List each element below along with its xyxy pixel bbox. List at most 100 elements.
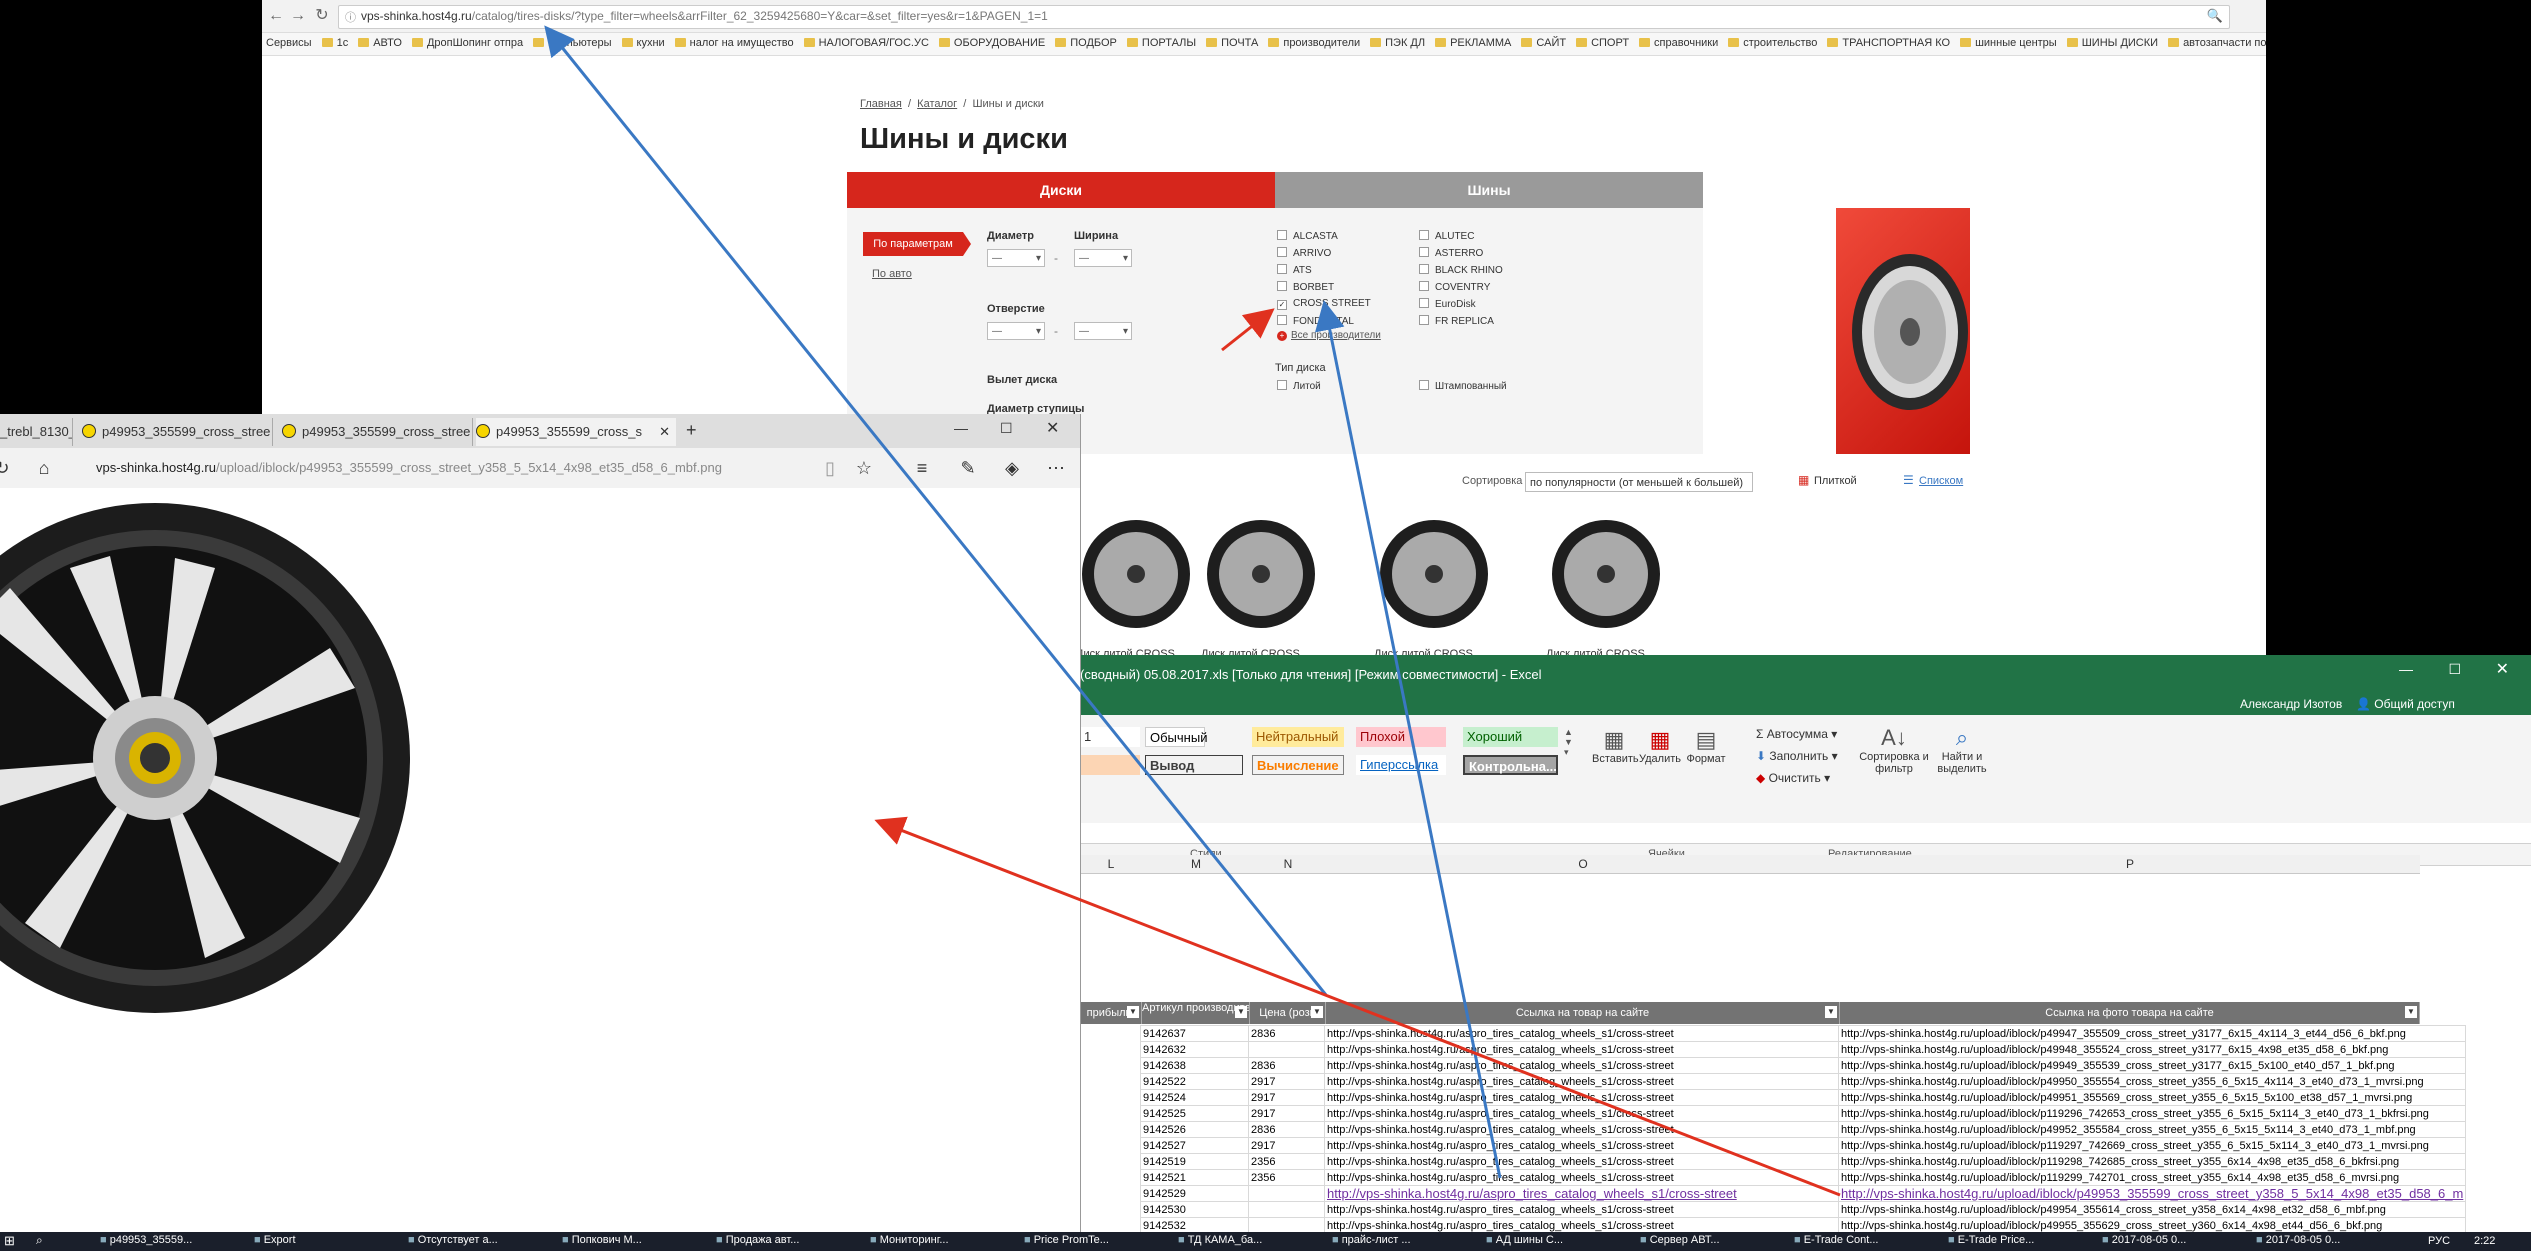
checkbox-icon[interactable] [1419, 281, 1429, 291]
filter-dropdown-icon[interactable]: ▼ [1127, 1006, 1139, 1018]
bookmark-item[interactable]: производители [1268, 37, 1360, 49]
cell-link[interactable]: http://vps-shinka.host4g.ru/aspro_tires_… [1324, 1121, 1839, 1138]
checkbox-icon[interactable] [1277, 315, 1287, 325]
cell-photo[interactable]: http://vps-shinka.host4g.ru/upload/ibloc… [1837, 1057, 2467, 1074]
bookmark-item[interactable]: ОБОРУДОВАНИЕ [938, 37, 1045, 49]
minimize-icon[interactable]: — [954, 420, 968, 436]
insert-button[interactable]: ▦ Вставить [1592, 727, 1639, 765]
cell-article[interactable]: 9142529 [1140, 1185, 1249, 1202]
cell-photo[interactable]: http://vps-shinka.host4g.ru/upload/ibloc… [1837, 1105, 2467, 1122]
style-hyperlink[interactable]: Гиперссылка [1356, 755, 1446, 775]
style-fragment[interactable]: 1 [1080, 727, 1140, 747]
brand-checkbox[interactable]: EuroDisk [1419, 298, 1503, 315]
taskbar-item[interactable]: ■ 2017-08-05 0... [2102, 1234, 2248, 1249]
bookmark-item[interactable]: 1с [321, 37, 348, 49]
more-icon[interactable]: ⋯ [1044, 458, 1068, 479]
by-car-link[interactable]: По авто [872, 268, 912, 280]
edge-tab-2[interactable]: p49953_355599_cross_stree [82, 418, 273, 446]
brand-checkbox[interactable]: COVENTRY [1419, 281, 1503, 298]
bookmark-item[interactable]: справочники [1639, 37, 1718, 49]
cell-article[interactable]: 9142519 [1140, 1153, 1249, 1170]
cell-photo[interactable]: http://vps-shinka.host4g.ru/upload/ibloc… [1837, 1201, 2467, 1218]
brand-checkbox[interactable]: ALUTEC [1419, 230, 1503, 247]
edge-tab-3[interactable]: p49953_355599_cross_stree [282, 418, 473, 446]
bookmark-item[interactable]: ДропШопинг отпра [411, 37, 523, 49]
th-profit[interactable]: прибыль, ▼ [1080, 1002, 1142, 1024]
checkbox-icon[interactable] [1277, 230, 1287, 240]
crumb-catalog[interactable]: Каталог [917, 98, 957, 110]
cell-photo[interactable]: http://vps-shinka.host4g.ru/upload/ibloc… [1837, 1089, 2467, 1106]
maximize-icon[interactable]: ☐ [2448, 661, 2461, 678]
th-link[interactable]: Ссылка на товар на сайте ▼ [1326, 1002, 1840, 1024]
sort-filter-button[interactable]: A↓ Сортировка и фильтр [1858, 725, 1930, 775]
edge-tab-active[interactable]: p49953_355599_cross_s ✕ [476, 418, 676, 446]
start-icon[interactable]: ⊞ [4, 1233, 15, 1249]
clock[interactable]: 2:22 [2474, 1235, 2495, 1247]
brand-checkbox[interactable]: BLACK RHINO [1419, 264, 1503, 281]
bookmark-item[interactable]: РЕКЛАММА [1435, 37, 1511, 49]
cell-price[interactable]: 2917 [1248, 1089, 1325, 1106]
width-select[interactable]: — [1074, 249, 1132, 268]
all-makers-link[interactable]: + Все производители [1277, 330, 1381, 341]
style-good[interactable]: Хороший [1463, 727, 1558, 747]
style-control[interactable]: Контрольна... [1463, 755, 1558, 775]
delete-button[interactable]: ▦ Удалить [1638, 727, 1682, 765]
hub-icon[interactable]: ≡ [910, 458, 934, 479]
table-row[interactable]: 9142526 2836 http://vps-shinka.host4g.ru/a… [1140, 1121, 2467, 1138]
brand-checkbox[interactable]: FR REPLICA [1419, 315, 1503, 332]
table-row[interactable]: 9142529 http://vps-shinka.host4g.ru/aspro… [1140, 1185, 2467, 1202]
close-icon[interactable]: ✕ [2496, 659, 2509, 679]
bookmark-item[interactable]: ТРАНСПОРТНАЯ КО [1827, 37, 1950, 49]
bookmark-item[interactable]: ШИНЫ ДИСКИ [2066, 37, 2158, 49]
col-header-l[interactable]: L [1080, 855, 1142, 874]
bookmark-item[interactable]: АВТО [358, 37, 402, 49]
sort-select[interactable]: по популярности (от меньшей к большей) [1525, 472, 1753, 492]
cell-article[interactable]: 9142530 [1140, 1201, 1249, 1218]
checkbox-icon[interactable] [1277, 264, 1287, 274]
hole-select-2[interactable]: — [1074, 322, 1132, 341]
edge-address-bar[interactable]: ↻ ⌂ vps-shinka.host4g.ru/upload/iblock/p… [0, 448, 1080, 489]
brand-checkbox[interactable]: BORBET [1277, 281, 1371, 298]
new-tab-icon[interactable]: + [686, 420, 697, 441]
taskbar-item[interactable]: ■ Продажа авт... [716, 1234, 862, 1249]
list-icon[interactable]: ☰ [1903, 473, 1914, 487]
bookmark-item[interactable]: САЙТ [1521, 37, 1566, 49]
by-params-button[interactable]: По параметрам [863, 232, 971, 256]
autosum-button[interactable]: Σ Автосумма ▾ [1756, 727, 1837, 741]
table-row[interactable]: 9142522 2917 http://vps-shinka.host4g.ru/a… [1140, 1073, 2467, 1090]
cell-photo[interactable]: http://vps-shinka.host4g.ru/upload/ibloc… [1837, 1121, 2467, 1138]
stamped-checkbox[interactable]: Штампованный [1419, 380, 1507, 392]
edge-url[interactable]: vps-shinka.host4g.ru/upload/iblock/p4995… [96, 460, 722, 475]
language-indicator[interactable]: РУС [2428, 1235, 2450, 1247]
table-row[interactable]: 9142521 2356 http://vps-shinka.host4g.ru/a… [1140, 1169, 2467, 1186]
cell-photo[interactable]: http://vps-shinka.host4g.ru/upload/ibloc… [1837, 1041, 2467, 1058]
checkbox-icon[interactable] [1419, 230, 1429, 240]
table-row[interactable]: 9142527 2917 http://vps-shinka.host4g.ru/a… [1140, 1137, 2467, 1154]
brand-checkbox[interactable]: ALCASTA [1277, 230, 1371, 247]
filter-dropdown-icon[interactable]: ▼ [1825, 1006, 1837, 1018]
extension-icon[interactable]: ◈ [1000, 458, 1024, 479]
hole-select-1[interactable]: — [987, 322, 1045, 341]
table-row[interactable]: 9142632 http://vps-shinka.host4g.ru/aspro… [1140, 1041, 2467, 1058]
cell-link[interactable]: http://vps-shinka.host4g.ru/aspro_tires_… [1324, 1073, 1839, 1090]
share-button[interactable]: 👤 Общий доступ [2356, 697, 2455, 711]
bookmark-item[interactable]: налог на имущество [674, 37, 794, 49]
bookmark-item[interactable]: ПОДБОР [1055, 37, 1117, 49]
style-normal[interactable]: Обычный [1145, 727, 1207, 747]
cell-article[interactable]: 9142524 [1140, 1089, 1249, 1106]
taskbar-item[interactable]: ■ 2017-08-05 0... [2256, 1234, 2402, 1249]
cell-article[interactable]: 9142637 [1140, 1025, 1249, 1042]
tab-disks[interactable]: Диски [847, 172, 1275, 208]
cell-photo[interactable]: http://vps-shinka.host4g.ru/upload/ibloc… [1837, 1137, 2467, 1154]
th-price[interactable]: Цена (розн ▼ [1250, 1002, 1326, 1024]
cell-article[interactable]: 9142638 [1140, 1057, 1249, 1074]
edge-tab-1[interactable]: _trebl_8130_ [0, 418, 73, 446]
cell-price[interactable] [1248, 1185, 1325, 1202]
cell-link[interactable]: http://vps-shinka.host4g.ru/aspro_tires_… [1324, 1137, 1839, 1154]
brand-checkbox[interactable]: ATS [1277, 264, 1371, 281]
tiles-label[interactable]: Плиткой [1814, 475, 1857, 487]
close-tab-icon[interactable]: ✕ [659, 418, 670, 446]
cell-article[interactable]: 9142527 [1140, 1137, 1249, 1154]
back-icon[interactable]: ← [266, 6, 286, 26]
th-photo[interactable]: Ссылка на фото товара на сайте ▼ [1840, 1002, 2420, 1024]
